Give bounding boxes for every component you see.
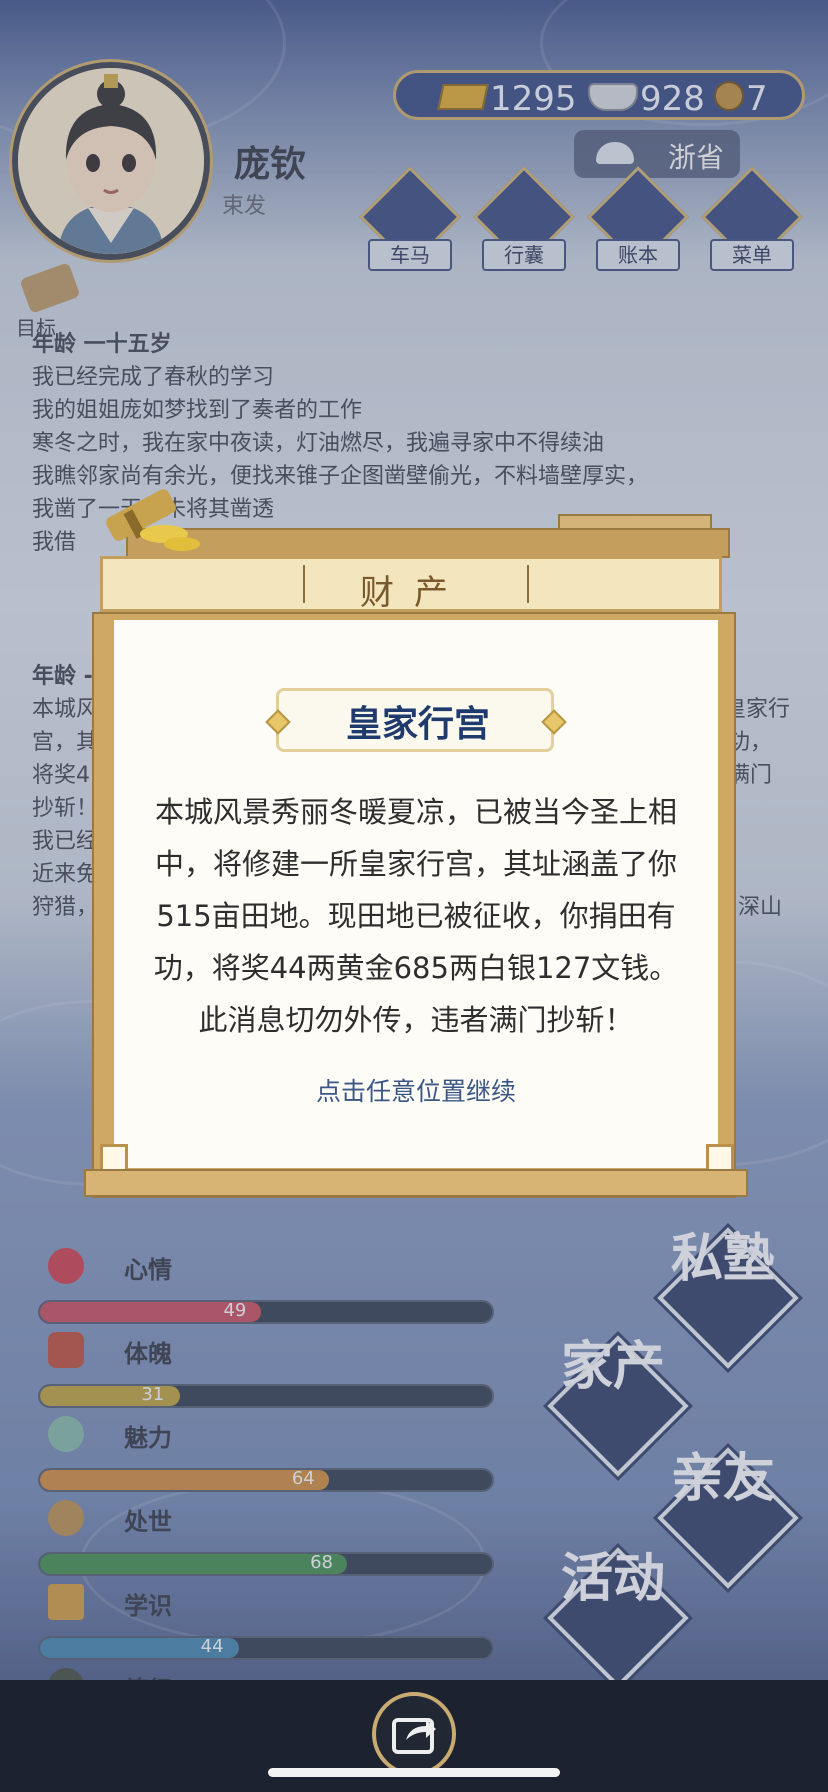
frame-foot bbox=[84, 1169, 748, 1197]
dialog-subtitle: 皇家行宫 bbox=[345, 704, 490, 745]
share-button[interactable] bbox=[372, 1692, 456, 1776]
roof-beam bbox=[126, 528, 730, 558]
share-icon bbox=[392, 1718, 436, 1754]
subtitle-box: 皇家行宫 bbox=[265, 688, 567, 752]
wheat-bundle-icon bbox=[106, 489, 200, 551]
dialog-title: 财产 bbox=[360, 573, 468, 613]
tap-to-continue[interactable]: 点击任意位置继续 bbox=[114, 1072, 718, 1108]
dialog-frame: 皇家行宫 本城风景秀丽冬暖夏凉，已被当今圣上相中，将修建一所皇家行宫，其址涵盖了… bbox=[84, 612, 748, 1198]
assets-dialog[interactable]: 财产 皇家行宫 本城风景秀丽冬暖夏凉，已被当今圣上相中，将修建一所皇家行宫，其址… bbox=[84, 489, 748, 1200]
dialog-paper: 皇家行宫 本城风景秀丽冬暖夏凉，已被当今圣上相中，将修建一所皇家行宫，其址涵盖了… bbox=[114, 620, 718, 1168]
home-indicator bbox=[268, 1768, 560, 1777]
frame-corner bbox=[100, 1144, 128, 1172]
frame-corner bbox=[706, 1144, 734, 1172]
dialog-message: 本城风景秀丽冬暖夏凉，已被当今圣上相中，将修建一所皇家行宫，其址涵盖了你515亩… bbox=[153, 795, 679, 1037]
